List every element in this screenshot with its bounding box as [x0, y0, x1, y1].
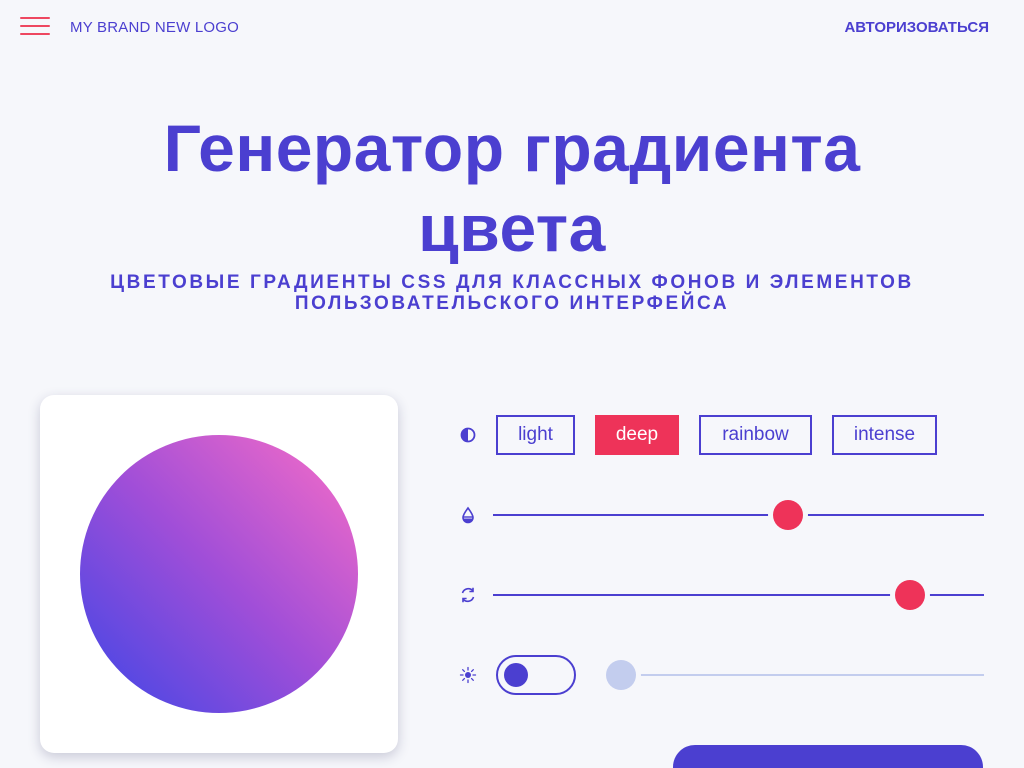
slider-3-handle[interactable] — [606, 660, 636, 690]
page-subtitle: ЦВЕТОВЫЕ ГРАДИЕНТЫ CSS ДЛЯ КЛАССНЫХ ФОНО… — [0, 272, 1024, 314]
page-title-line-1: Генератор градиента — [163, 111, 861, 185]
brand-logo[interactable]: MY BRAND NEW LOGO — [70, 19, 239, 36]
rotate-icon — [461, 587, 475, 603]
gradient-preview-circle — [80, 435, 358, 713]
login-link[interactable]: АВТОРИЗОВАТЬСЯ — [844, 19, 989, 36]
contrast-icon — [460, 427, 476, 443]
effect-toggle[interactable] — [496, 655, 576, 695]
page-subtitle-line-2: ПОЛЬЗОВАТЕЛЬСКОГО ИНТЕРФЕЙСА — [294, 293, 730, 314]
page-title-line-2: цвета — [418, 191, 606, 265]
drop-icon — [462, 506, 474, 524]
gradient-preview-card — [40, 395, 398, 753]
slider-1-handle[interactable] — [772, 500, 803, 530]
mode-button-deep[interactable]: deep — [595, 415, 679, 455]
mode-button-intense[interactable]: intense — [832, 415, 937, 455]
generate-button[interactable] — [673, 745, 983, 768]
page: MY BRAND NEW LOGO АВТОРИЗОВАТЬСЯ Генерат… — [0, 0, 1024, 768]
mode-button-rainbow[interactable]: rainbow — [699, 415, 812, 455]
sparkle-icon — [459, 666, 477, 684]
mode-button-light[interactable]: light — [496, 415, 575, 455]
page-title: Генератор градиента цвета — [0, 108, 1024, 268]
slider-1-track[interactable] — [493, 514, 984, 516]
slider-3-track[interactable] — [621, 674, 984, 676]
hamburger-menu-icon[interactable] — [20, 17, 50, 37]
page-subtitle-line-1: ЦВЕТОВЫЕ ГРАДИЕНТЫ CSS ДЛЯ КЛАССНЫХ ФОНО… — [110, 272, 914, 293]
slider-2-handle[interactable] — [895, 580, 926, 610]
toggle-knob — [504, 663, 528, 687]
